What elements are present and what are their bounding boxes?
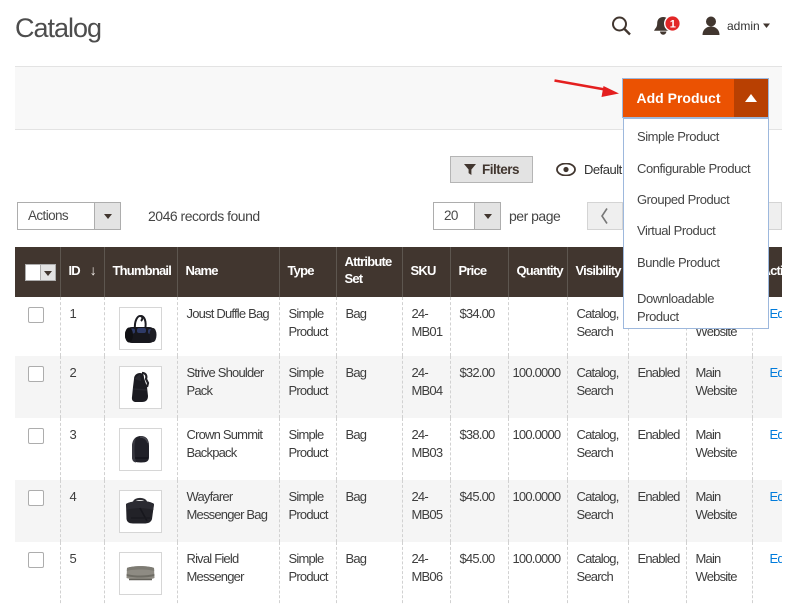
svg-text:admin: admin — [727, 19, 760, 33]
svg-text:1: 1 — [670, 19, 676, 31]
